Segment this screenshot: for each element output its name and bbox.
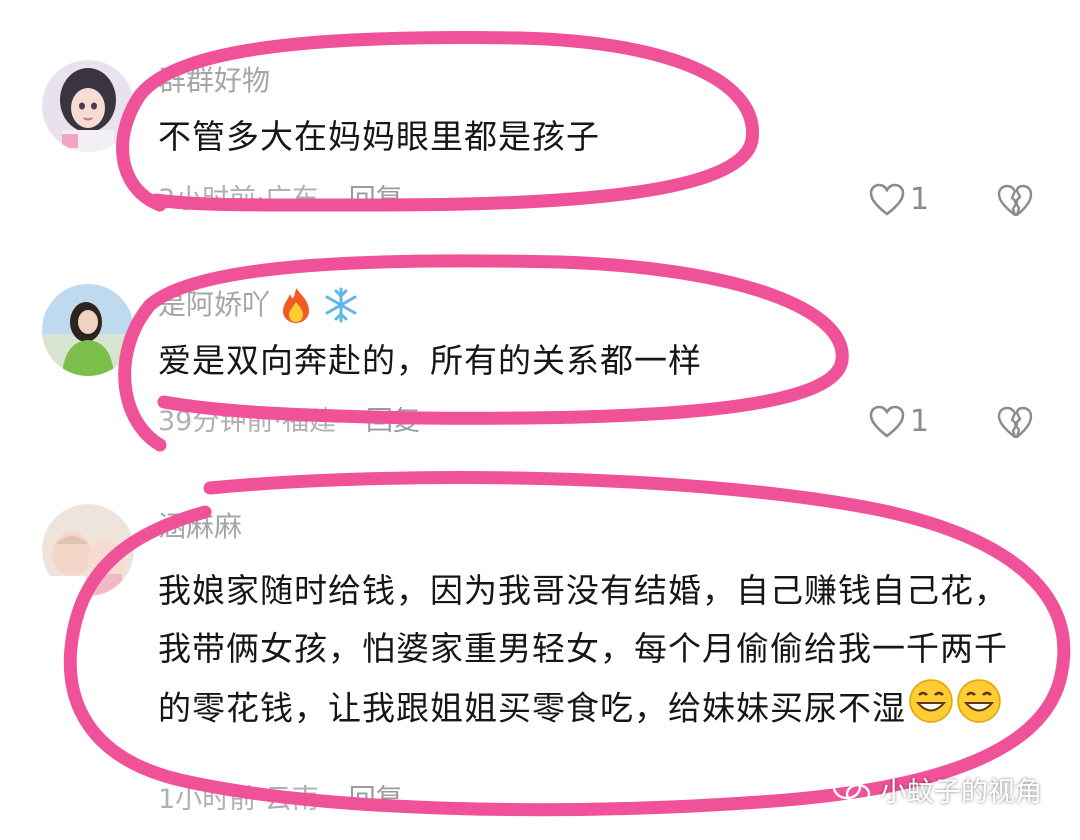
- comment-meta: 1小时前·云南 回复: [158, 784, 403, 816]
- comment-text: 爱是双向奔赴的，所有的关系都一样: [158, 341, 702, 380]
- avatar[interactable]: [42, 504, 134, 596]
- username[interactable]: 群群好物: [158, 64, 270, 98]
- like-count: 1: [910, 182, 930, 217]
- comment-text: 我娘家随时给钱，因为我哥没有结婚，自己赚钱自己花，我带俩女孩，怕婆家重男轻女，每…: [158, 562, 1018, 742]
- dislike-button[interactable]: [996, 184, 1034, 222]
- username-text: 是阿娇吖: [158, 288, 271, 321]
- heart-outline-icon: [869, 405, 905, 438]
- avatar[interactable]: [42, 60, 134, 152]
- snowflake-emoji: [325, 287, 357, 323]
- comment-meta: 3小时前·广东 回复: [158, 184, 403, 216]
- comment-text: 不管多大在妈妈眼里都是孩子: [158, 117, 600, 156]
- watermark-text: 小蚊子的视角: [880, 777, 1042, 808]
- like-count: 1: [910, 404, 930, 439]
- dislike-button[interactable]: [996, 406, 1034, 444]
- time-location: 39分钟前·福建: [158, 406, 336, 437]
- broken-heart-icon: [997, 406, 1033, 439]
- fire-emoji: [283, 288, 310, 323]
- grinning-emoji: [908, 678, 954, 742]
- username[interactable]: 涵麻麻: [158, 510, 242, 544]
- comment-meta: 39分钟前·福建 回复: [158, 406, 420, 438]
- time-location: 3小时前·广东: [158, 184, 319, 215]
- username[interactable]: 是阿娇吖: [158, 286, 360, 324]
- comment-text-content: 我娘家随时给钱，因为我哥没有结婚，自己赚钱自己花，我带俩女孩，怕婆家重男轻女，每…: [158, 571, 1008, 728]
- reply-button[interactable]: 回复: [366, 406, 420, 437]
- wechat-icon: [832, 774, 871, 804]
- like-button[interactable]: 1: [868, 404, 929, 439]
- watermark: 小蚊子的视角: [832, 770, 1042, 809]
- reply-button[interactable]: 回复: [349, 784, 403, 815]
- broken-heart-icon: [997, 184, 1033, 217]
- heart-outline-icon: [869, 183, 905, 216]
- grinning-emoji: [956, 678, 1002, 742]
- avatar[interactable]: [42, 284, 134, 376]
- reply-button[interactable]: 回复: [349, 184, 403, 215]
- time-location: 1小时前·云南: [158, 784, 319, 815]
- like-button[interactable]: 1: [868, 182, 929, 217]
